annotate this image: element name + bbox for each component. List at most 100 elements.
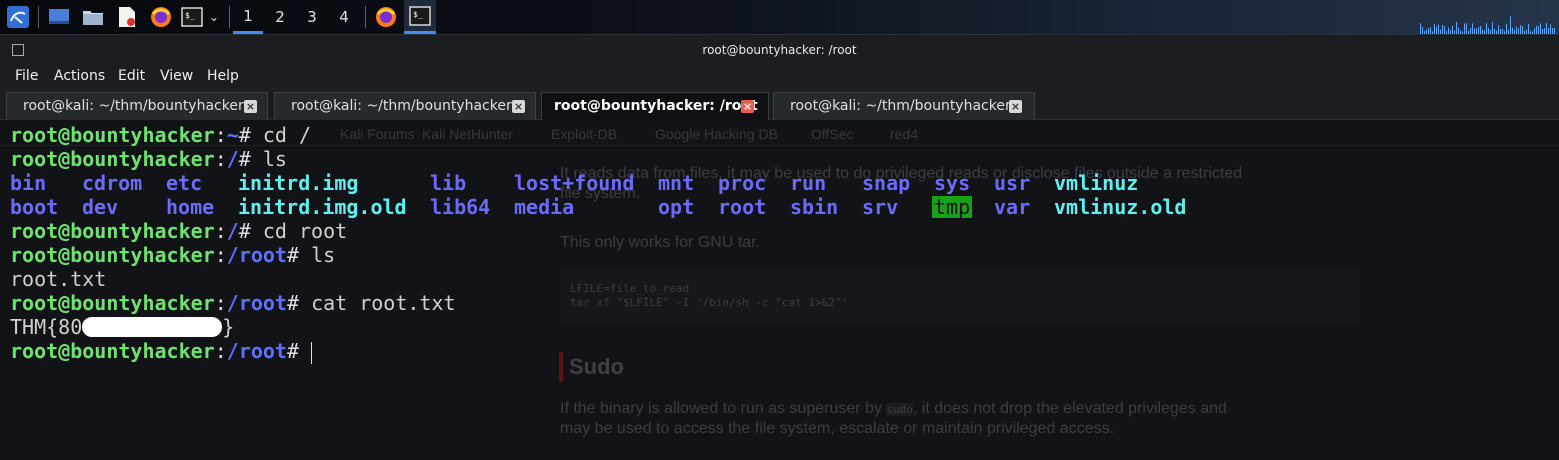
terminal-pane[interactable]: Kali Forums Kali NetHunter Exploit-DB Go…	[0, 120, 1559, 460]
cpu-bar	[1466, 23, 1467, 34]
ls-entry: etc	[166, 171, 203, 195]
flag-output: THM{80}	[10, 315, 235, 339]
menu-help[interactable]: Help	[207, 68, 239, 84]
text-editor-icon[interactable]	[114, 4, 140, 30]
cpu-graph	[1420, 16, 1555, 34]
bookmark-link: Exploit-DB	[551, 126, 618, 142]
svg-text:$_: $_	[185, 11, 195, 20]
ls-entry: var	[994, 195, 1031, 219]
tab-label: root@bountyhacker: /root	[554, 98, 758, 114]
window-titlebar: root@bountyhacker: /root	[0, 34, 1559, 66]
text-cursor	[311, 341, 313, 364]
ls-entry: vmlinuz.old	[1054, 195, 1187, 219]
bg-code-line: tar xf "$LFILE" -I '/bin/sh -c "cat 1>&2…	[570, 296, 849, 309]
cpu-bar	[1438, 24, 1439, 34]
ls-entry: dev	[82, 195, 119, 219]
cpu-bar	[1464, 23, 1465, 34]
menu-actions[interactable]: Actions	[54, 68, 105, 84]
close-icon[interactable]: ×	[244, 100, 257, 113]
ls-entry: vmlinuz	[1054, 171, 1139, 195]
workspace-3[interactable]: 3	[297, 0, 327, 34]
cpu-bar	[1550, 24, 1551, 34]
tab-2[interactable]: root@kali: ~/thm/bountyhacker ×	[274, 92, 536, 120]
bg-code-line: LFILE=file_to_read	[570, 282, 690, 295]
cpu-bar	[1434, 24, 1435, 34]
cpu-bar	[1506, 23, 1507, 34]
terminal-prompt[interactable]: root@bountyhacker:/root#	[10, 339, 456, 364]
workspace-4[interactable]: 4	[329, 0, 359, 34]
cpu-bar	[1442, 24, 1443, 34]
bg-paragraph: may be used to access the file system, e…	[560, 420, 1115, 437]
tab-4[interactable]: root@kali: ~/thm/bountyhacker ×	[773, 92, 1035, 120]
ls-entry: media	[514, 195, 575, 219]
window-title: root@bountyhacker: /root	[702, 43, 857, 57]
ls-entry: lib	[430, 171, 467, 195]
terminal-icon[interactable]: $_	[180, 4, 204, 30]
ls-entry: usr	[994, 171, 1031, 195]
bookmark-link: red4	[890, 126, 919, 142]
terminal-line: root@bountyhacker:/# ls	[10, 147, 287, 171]
terminal-line: root@bountyhacker:/# cd root	[10, 219, 348, 243]
terminal-line: root@bountyhacker:/root# ls	[10, 243, 336, 267]
ls-entry: snap	[862, 171, 911, 195]
tab-1[interactable]: root@kali: ~/thm/bountyhacker ×	[6, 92, 268, 120]
cpu-bar	[1522, 26, 1523, 34]
ls-output-row: boot dev home initrd.img.old lib64 media…	[10, 195, 1186, 219]
ls-entry: home	[166, 195, 215, 219]
cpu-bar	[1528, 23, 1529, 34]
heading-accent	[559, 352, 563, 382]
menu-edit[interactable]: Edit	[118, 68, 145, 84]
close-icon[interactable]: ×	[1009, 100, 1022, 113]
ls-entry-tmp: tmp	[932, 195, 973, 219]
panel-separator	[229, 6, 230, 28]
svg-text:$_: $_	[413, 10, 423, 19]
terminal-task-icon[interactable]: $_	[404, 0, 436, 34]
cpu-bar	[1422, 26, 1423, 34]
close-icon[interactable]: ×	[512, 100, 525, 113]
workspace-2[interactable]: 2	[265, 0, 295, 34]
ls-entry: initrd.img	[238, 171, 359, 195]
bg-paragraph: If the binary is allowed to run as super…	[560, 400, 1227, 417]
top-panel: $_ ⌄ 1 2 3 4 $_	[0, 0, 1559, 34]
cpu-bar	[1480, 25, 1481, 34]
firefox-task-icon[interactable]	[372, 4, 400, 30]
cpu-bar	[1520, 25, 1521, 34]
file-manager-icon[interactable]	[80, 4, 106, 30]
ls-entry: proc	[718, 171, 767, 195]
show-desktop-icon[interactable]	[46, 4, 72, 30]
bg-paragraph: This only works for GNU tar.	[560, 234, 761, 251]
menu-file[interactable]: File	[15, 68, 38, 84]
tab-label: root@kali: ~/thm/bountyhacker	[790, 98, 1011, 114]
panel-separator	[38, 6, 39, 28]
kali-menu-icon[interactable]	[4, 4, 32, 30]
cpu-bar	[1536, 25, 1537, 34]
cpu-bar	[1540, 23, 1541, 34]
ls-entry: lib64	[430, 195, 491, 219]
ls-entry: boot	[10, 195, 59, 219]
ls-entry: cdrom	[82, 171, 143, 195]
firefox-icon[interactable]	[148, 4, 174, 30]
tab-label: root@kali: ~/thm/bountyhacker	[291, 98, 512, 114]
ls-entry: lost+found	[514, 171, 635, 195]
menu-view[interactable]: View	[160, 68, 193, 84]
ls-entry: srv	[862, 195, 899, 219]
ls-entry: root	[718, 195, 767, 219]
redaction-blur	[82, 317, 223, 337]
file-listing: root.txt	[10, 267, 107, 291]
cpu-bar	[1478, 27, 1479, 34]
ls-entry: sys	[934, 171, 971, 195]
chevron-down-icon[interactable]: ⌄	[205, 4, 223, 30]
cpu-bar	[1546, 23, 1547, 34]
workspace-1[interactable]: 1	[233, 0, 263, 34]
terminal-output: root@bountyhacker:~# cd / root@bountyhac…	[10, 123, 1186, 364]
ls-entry: sbin	[790, 195, 839, 219]
close-icon[interactable]: ×	[741, 100, 754, 113]
terminal-line: root@bountyhacker:~# cd /	[10, 123, 312, 147]
cpu-bar	[1456, 21, 1457, 34]
tab-3-active[interactable]: root@bountyhacker: /root ×	[541, 92, 769, 120]
ls-entry: opt	[658, 195, 695, 219]
cpu-bar	[1538, 26, 1539, 34]
ls-entry: initrd.img.old	[238, 195, 407, 219]
cpu-bar	[1486, 23, 1487, 34]
bookmark-link: OffSec	[811, 126, 854, 142]
